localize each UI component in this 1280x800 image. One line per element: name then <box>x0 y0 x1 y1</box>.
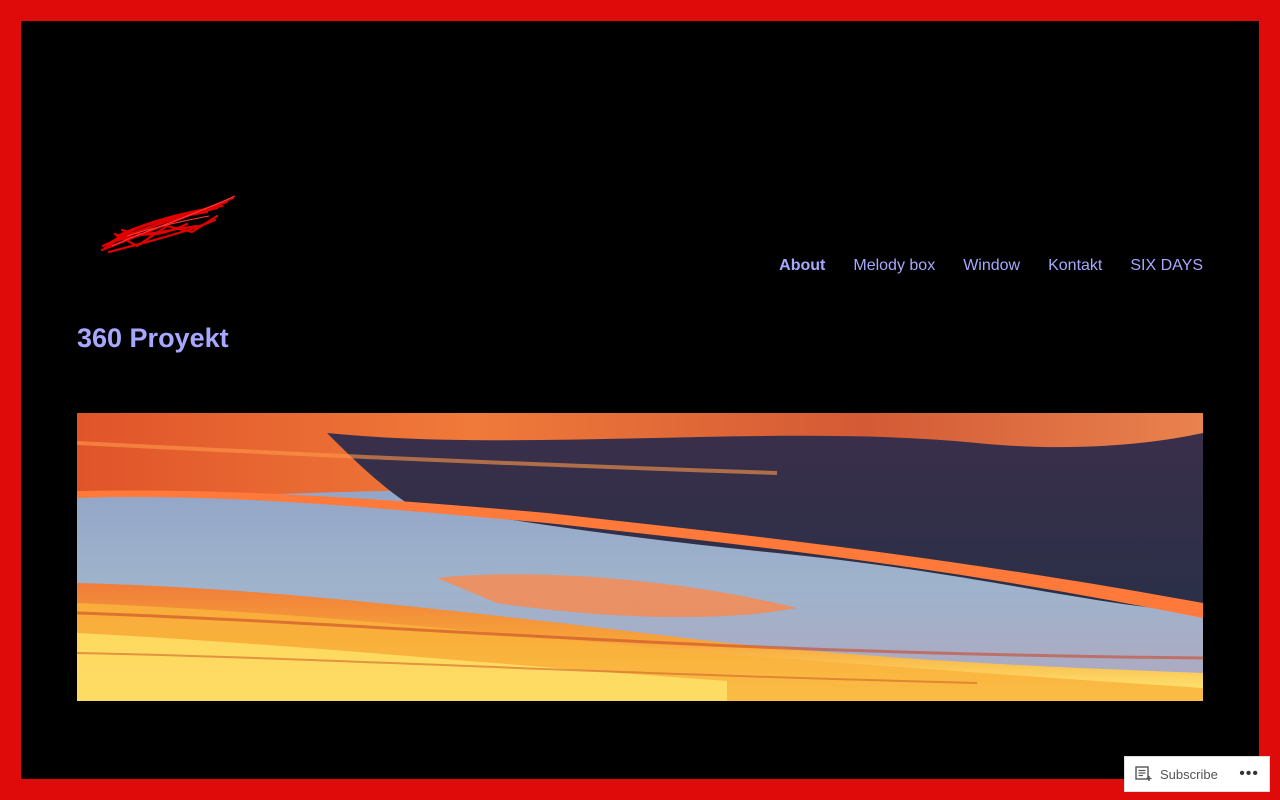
subscribe-widget[interactable]: Subscribe ••• <box>1124 756 1270 792</box>
nav-item-window[interactable]: Window <box>963 257 1020 275</box>
reader-icon <box>1135 766 1152 781</box>
more-options-icon[interactable]: ••• <box>1239 765 1259 783</box>
nav-item-about[interactable]: About <box>779 257 825 275</box>
site-frame: About Melody box Window Kontakt SIX DAYS… <box>21 21 1259 779</box>
page-title: 360 Proyekt <box>77 323 229 353</box>
primary-nav: About Melody box Window Kontakt SIX DAYS <box>751 257 1203 275</box>
sunset-image <box>77 413 1203 701</box>
subscribe-button-label[interactable]: Subscribe <box>1160 767 1239 782</box>
nav-item-kontakt[interactable]: Kontakt <box>1048 257 1102 275</box>
nav-item-melody-box[interactable]: Melody box <box>853 257 935 275</box>
site-logo[interactable] <box>97 186 237 256</box>
nav-item-six-days[interactable]: SIX DAYS <box>1130 257 1203 275</box>
